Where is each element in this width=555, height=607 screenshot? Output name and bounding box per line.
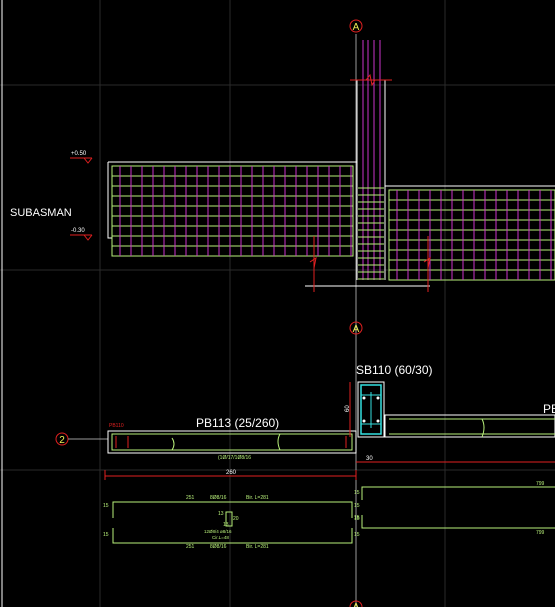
dim-15-e: 15 [354, 532, 360, 538]
dimension-30: 30 [356, 456, 555, 463]
level-mark-top: +0.50 [70, 151, 93, 164]
stirrup-len-label: Cir.L=48 [212, 535, 229, 540]
bar-799-top: 799 [536, 481, 545, 487]
pb110-small-label: PB110 [109, 423, 124, 429]
bar-251-bot-label: 251 [186, 544, 195, 550]
axis-a-label-bottom: A [353, 602, 360, 607]
level-mark-bottom: -0.30 [70, 228, 93, 241]
bar-799-bot: 799 [536, 530, 545, 536]
dim-13-a: 13 [218, 511, 224, 517]
drawing-svg: A A A SUBASMAN +0.50 -0.30 [0, 0, 555, 607]
axis-a-marker-middle[interactable]: A [349, 321, 363, 335]
dim-15-a: 15 [103, 503, 109, 509]
dim-15-d: 15 [103, 532, 109, 538]
level-top-text: +0.50 [71, 151, 87, 157]
bar-251-top-label: 251 [186, 495, 195, 501]
axis-a-label-top: A [353, 22, 360, 33]
cad-drawing-canvas[interactable]: A A A SUBASMAN +0.50 -0.30 [0, 0, 555, 607]
pb-right-title: PB [543, 402, 555, 416]
background-grid [0, 0, 555, 607]
rebar-schedule-right: 15 799 15 799 [354, 481, 555, 536]
rebar-schedule-left: 251 8Ø8/16 Bir. L=281 15 15 15 13 20 13 … [103, 495, 360, 550]
axis-a-marker-top[interactable]: A [349, 19, 363, 33]
dim-30-label: 30 [366, 456, 373, 462]
bar-len-bot-label: Bir. L=281 [246, 544, 269, 550]
sb110-title: SB110 (60/30) [356, 363, 433, 377]
bar-note-top: (1Ø/17/1Ø8/16 [218, 455, 251, 461]
stirrup-spec-label: 12Ø8/4 ø8/16 [204, 529, 232, 534]
dim-15-f: 15 [354, 490, 360, 496]
bar-spec-bot-label: 8Ø8/16 [210, 544, 227, 550]
top-right-beam [385, 185, 555, 281]
sb110-column-section: 60 [345, 381, 385, 438]
middle-right-beam [384, 414, 555, 438]
axis-a-label-middle: A [353, 324, 360, 335]
dim-15-g: 15 [354, 516, 360, 522]
level-bottom-text: -0.30 [71, 228, 85, 234]
dim-13-b: 13 [223, 522, 229, 528]
pb113-title: PB113 (25/260) [196, 416, 279, 430]
bar-len-top-label: Bir. L=281 [246, 495, 269, 501]
bar-spec-top-label: 8Ø8/16 [210, 495, 227, 501]
dim-15-b: 15 [354, 503, 360, 509]
axis-2-label: 2 [59, 435, 65, 446]
dim-260-label: 260 [226, 470, 237, 476]
top-left-beam [107, 161, 357, 257]
dim-60-label: 60 [345, 405, 351, 412]
dim-20-label: 20 [233, 516, 239, 522]
axis-a-marker-bottom[interactable]: A [349, 600, 363, 607]
subasman-label: SUBASMAN [10, 207, 72, 219]
